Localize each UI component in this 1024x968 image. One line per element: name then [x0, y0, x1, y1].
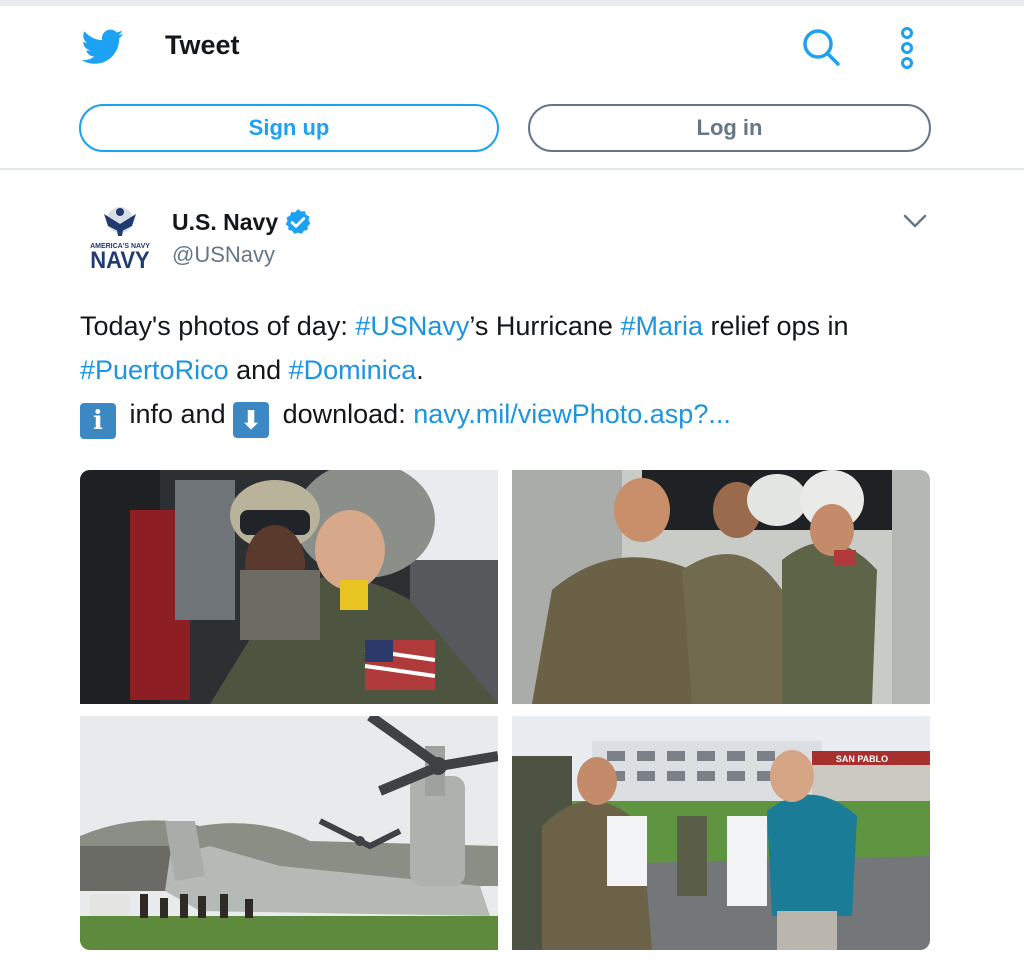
hashtag-dominica[interactable]: #Dominica: [289, 355, 417, 385]
tweet-photo-3[interactable]: [80, 716, 498, 950]
tweet-text-segment: and: [228, 355, 289, 385]
hashtag-usnavy[interactable]: #USNavy: [355, 311, 469, 341]
tweet-photo-2[interactable]: [512, 470, 930, 704]
tweet-photo-4[interactable]: SAN PABLO: [512, 716, 930, 950]
hashtag-puertorico[interactable]: #PuertoRico: [80, 355, 229, 385]
author-handle[interactable]: @USNavy: [172, 242, 275, 268]
download-emoji-icon: ⬇: [233, 402, 270, 438]
navy-eagle-emblem: [104, 207, 136, 236]
tweet-text-segment: relief ops in: [702, 311, 849, 341]
tweet-photo-1[interactable]: [80, 470, 498, 704]
info-emoji-icon: i: [80, 403, 116, 439]
verified-badge-icon: [285, 209, 311, 234]
avatar-wordmark: NAVY: [90, 246, 150, 273]
author-name-row: U.S. Navy: [172, 208, 312, 236]
more-options-icon[interactable]: [894, 26, 920, 74]
author-name[interactable]: U.S. Navy: [172, 209, 278, 236]
tweet-text: Today's photos of day: #USNavy’s Hurrica…: [80, 304, 960, 439]
search-icon[interactable]: [800, 26, 842, 68]
chevron-down-icon[interactable]: [900, 210, 930, 232]
avatar[interactable]: AMERICA'S NAVY NAVY: [82, 200, 158, 278]
tweet-header: Tweet Sign up Log in: [0, 6, 1024, 170]
tweet-text-segment: .: [416, 355, 424, 385]
tweet-text-segment: info and: [122, 399, 234, 429]
hospital-sign: SAN PABLO: [836, 754, 888, 764]
page-title: Tweet: [165, 30, 240, 60]
sign-up-button[interactable]: Sign up: [79, 104, 499, 152]
hashtag-maria[interactable]: #Maria: [620, 311, 703, 341]
tweet-link[interactable]: navy.mil/viewPhoto.asp?...: [413, 399, 731, 429]
twitter-bird-icon[interactable]: [82, 28, 124, 66]
tweet-text-segment: ’s Hurricane: [469, 311, 621, 341]
tweet-text-segment: download:: [275, 399, 414, 429]
log-in-button[interactable]: Log in: [528, 104, 931, 152]
tweet-text-segment: Today's photos of day:: [80, 311, 356, 341]
